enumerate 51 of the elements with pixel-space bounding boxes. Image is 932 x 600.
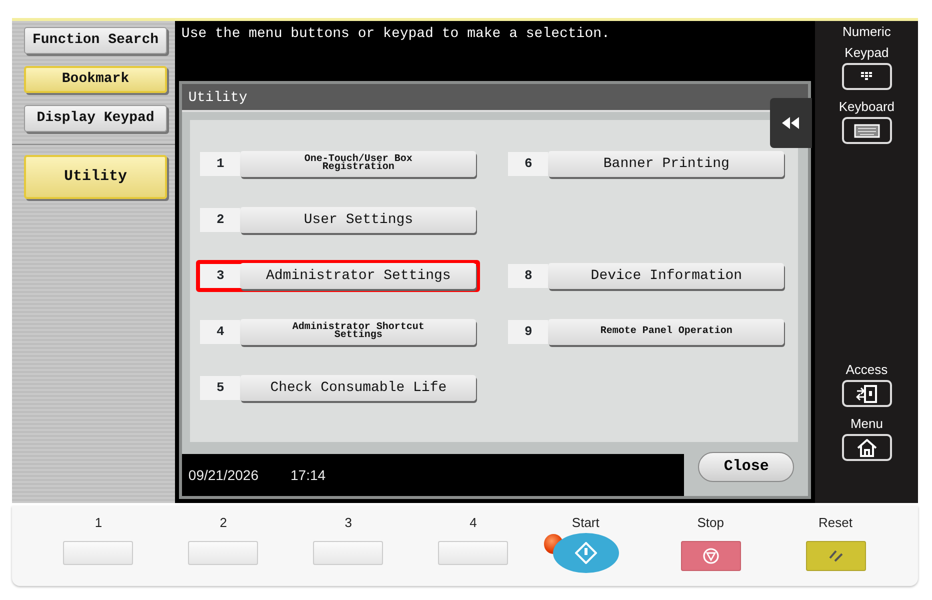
key-label: Stop [697, 515, 724, 531]
reset-icon [828, 549, 844, 563]
key-label: 1 [94, 515, 102, 531]
item-number: 1 [200, 152, 240, 176]
time-text: 17:14 [290, 466, 326, 484]
menu-button[interactable]: Banner Printing [548, 151, 784, 177]
item-number: 6 [508, 152, 548, 176]
panel-key[interactable] [842, 117, 892, 144]
panel-key[interactable] [842, 434, 892, 461]
double-chevron-icon [782, 117, 800, 129]
key-label: Keyboard [838, 98, 895, 116]
menu-button[interactable]: Administrator Shortcut Settings [240, 319, 476, 345]
home-icon [856, 438, 877, 456]
menu-button[interactable]: Remote Panel Operation [548, 319, 784, 345]
panel-key[interactable] [842, 380, 892, 407]
hardware-key[interactable] [680, 541, 741, 571]
sidebar-button[interactable]: Function Search [24, 27, 167, 54]
panel-key[interactable] [842, 63, 892, 90]
key-label: Access [846, 361, 888, 379]
dialog-title: Utility [182, 84, 808, 112]
sidebar-button[interactable]: Utility [24, 155, 167, 199]
menu-button[interactable]: Check Consumable Life [240, 375, 476, 401]
item-number: 3 [200, 264, 240, 288]
sidebar-button[interactable]: Bookmark [24, 66, 167, 93]
item-number: 2 [200, 208, 240, 232]
menu-button[interactable]: One-Touch/User Box Registration [240, 151, 476, 177]
item-number: 4 [200, 320, 240, 344]
key-label: Menu [850, 415, 883, 433]
close-button[interactable]: Close [698, 452, 794, 482]
keypad-icon [860, 72, 873, 81]
key-label: Reset [818, 515, 852, 531]
key-label: 3 [344, 515, 352, 531]
item-number: 8 [508, 264, 548, 288]
key-label: 4 [470, 515, 477, 531]
stop-icon [702, 548, 719, 564]
date-text: 09/21/2026 [188, 466, 258, 484]
key-label: Numeric Keypad [842, 23, 892, 62]
key-label: Start [572, 515, 600, 531]
hardware-key[interactable] [552, 533, 619, 573]
menu-button[interactable]: Device Information [548, 263, 784, 289]
sidebar-button[interactable]: Display Keypad [24, 105, 167, 132]
menu-button[interactable]: Administrator Settings [240, 263, 476, 289]
door-icon [856, 384, 878, 402]
key-label: 2 [220, 515, 227, 531]
item-number: 5 [200, 376, 240, 400]
item-number: 9 [508, 320, 548, 344]
keyboard-icon [854, 124, 880, 138]
start-icon [574, 542, 597, 564]
collapse-button[interactable] [770, 98, 812, 148]
menu-button[interactable]: User Settings [240, 207, 476, 233]
instruction-message: Use the menu buttons or keypad to make a selection. [180, 25, 611, 44]
